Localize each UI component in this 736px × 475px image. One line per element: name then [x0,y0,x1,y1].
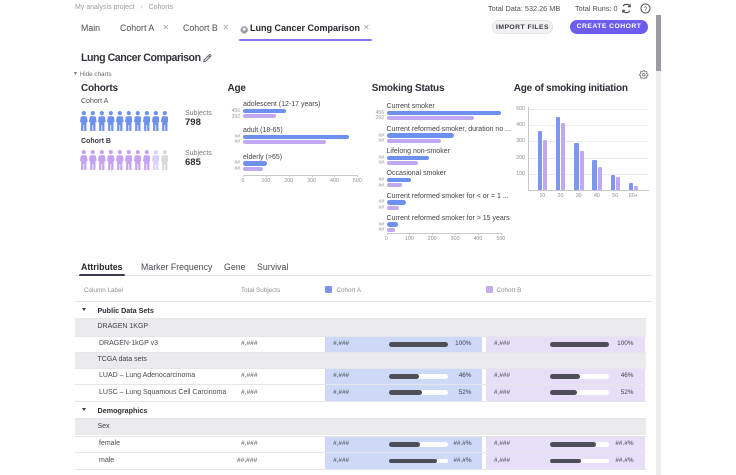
svg-text:?: ? [644,5,648,12]
